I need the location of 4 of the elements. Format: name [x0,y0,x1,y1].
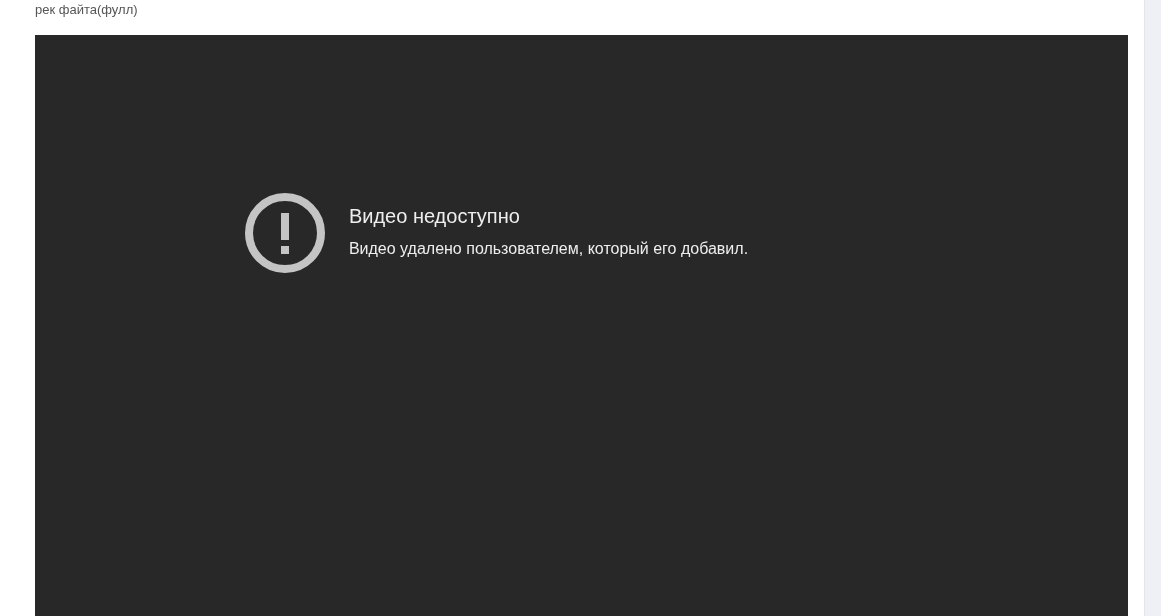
video-caption: рек файта(фулл) [35,1,139,19]
error-message: Видео удалено пользователем, который его добавил. [348,239,749,258]
error-title: Видео недоступно [348,204,521,228]
warning-icon [244,193,325,273]
